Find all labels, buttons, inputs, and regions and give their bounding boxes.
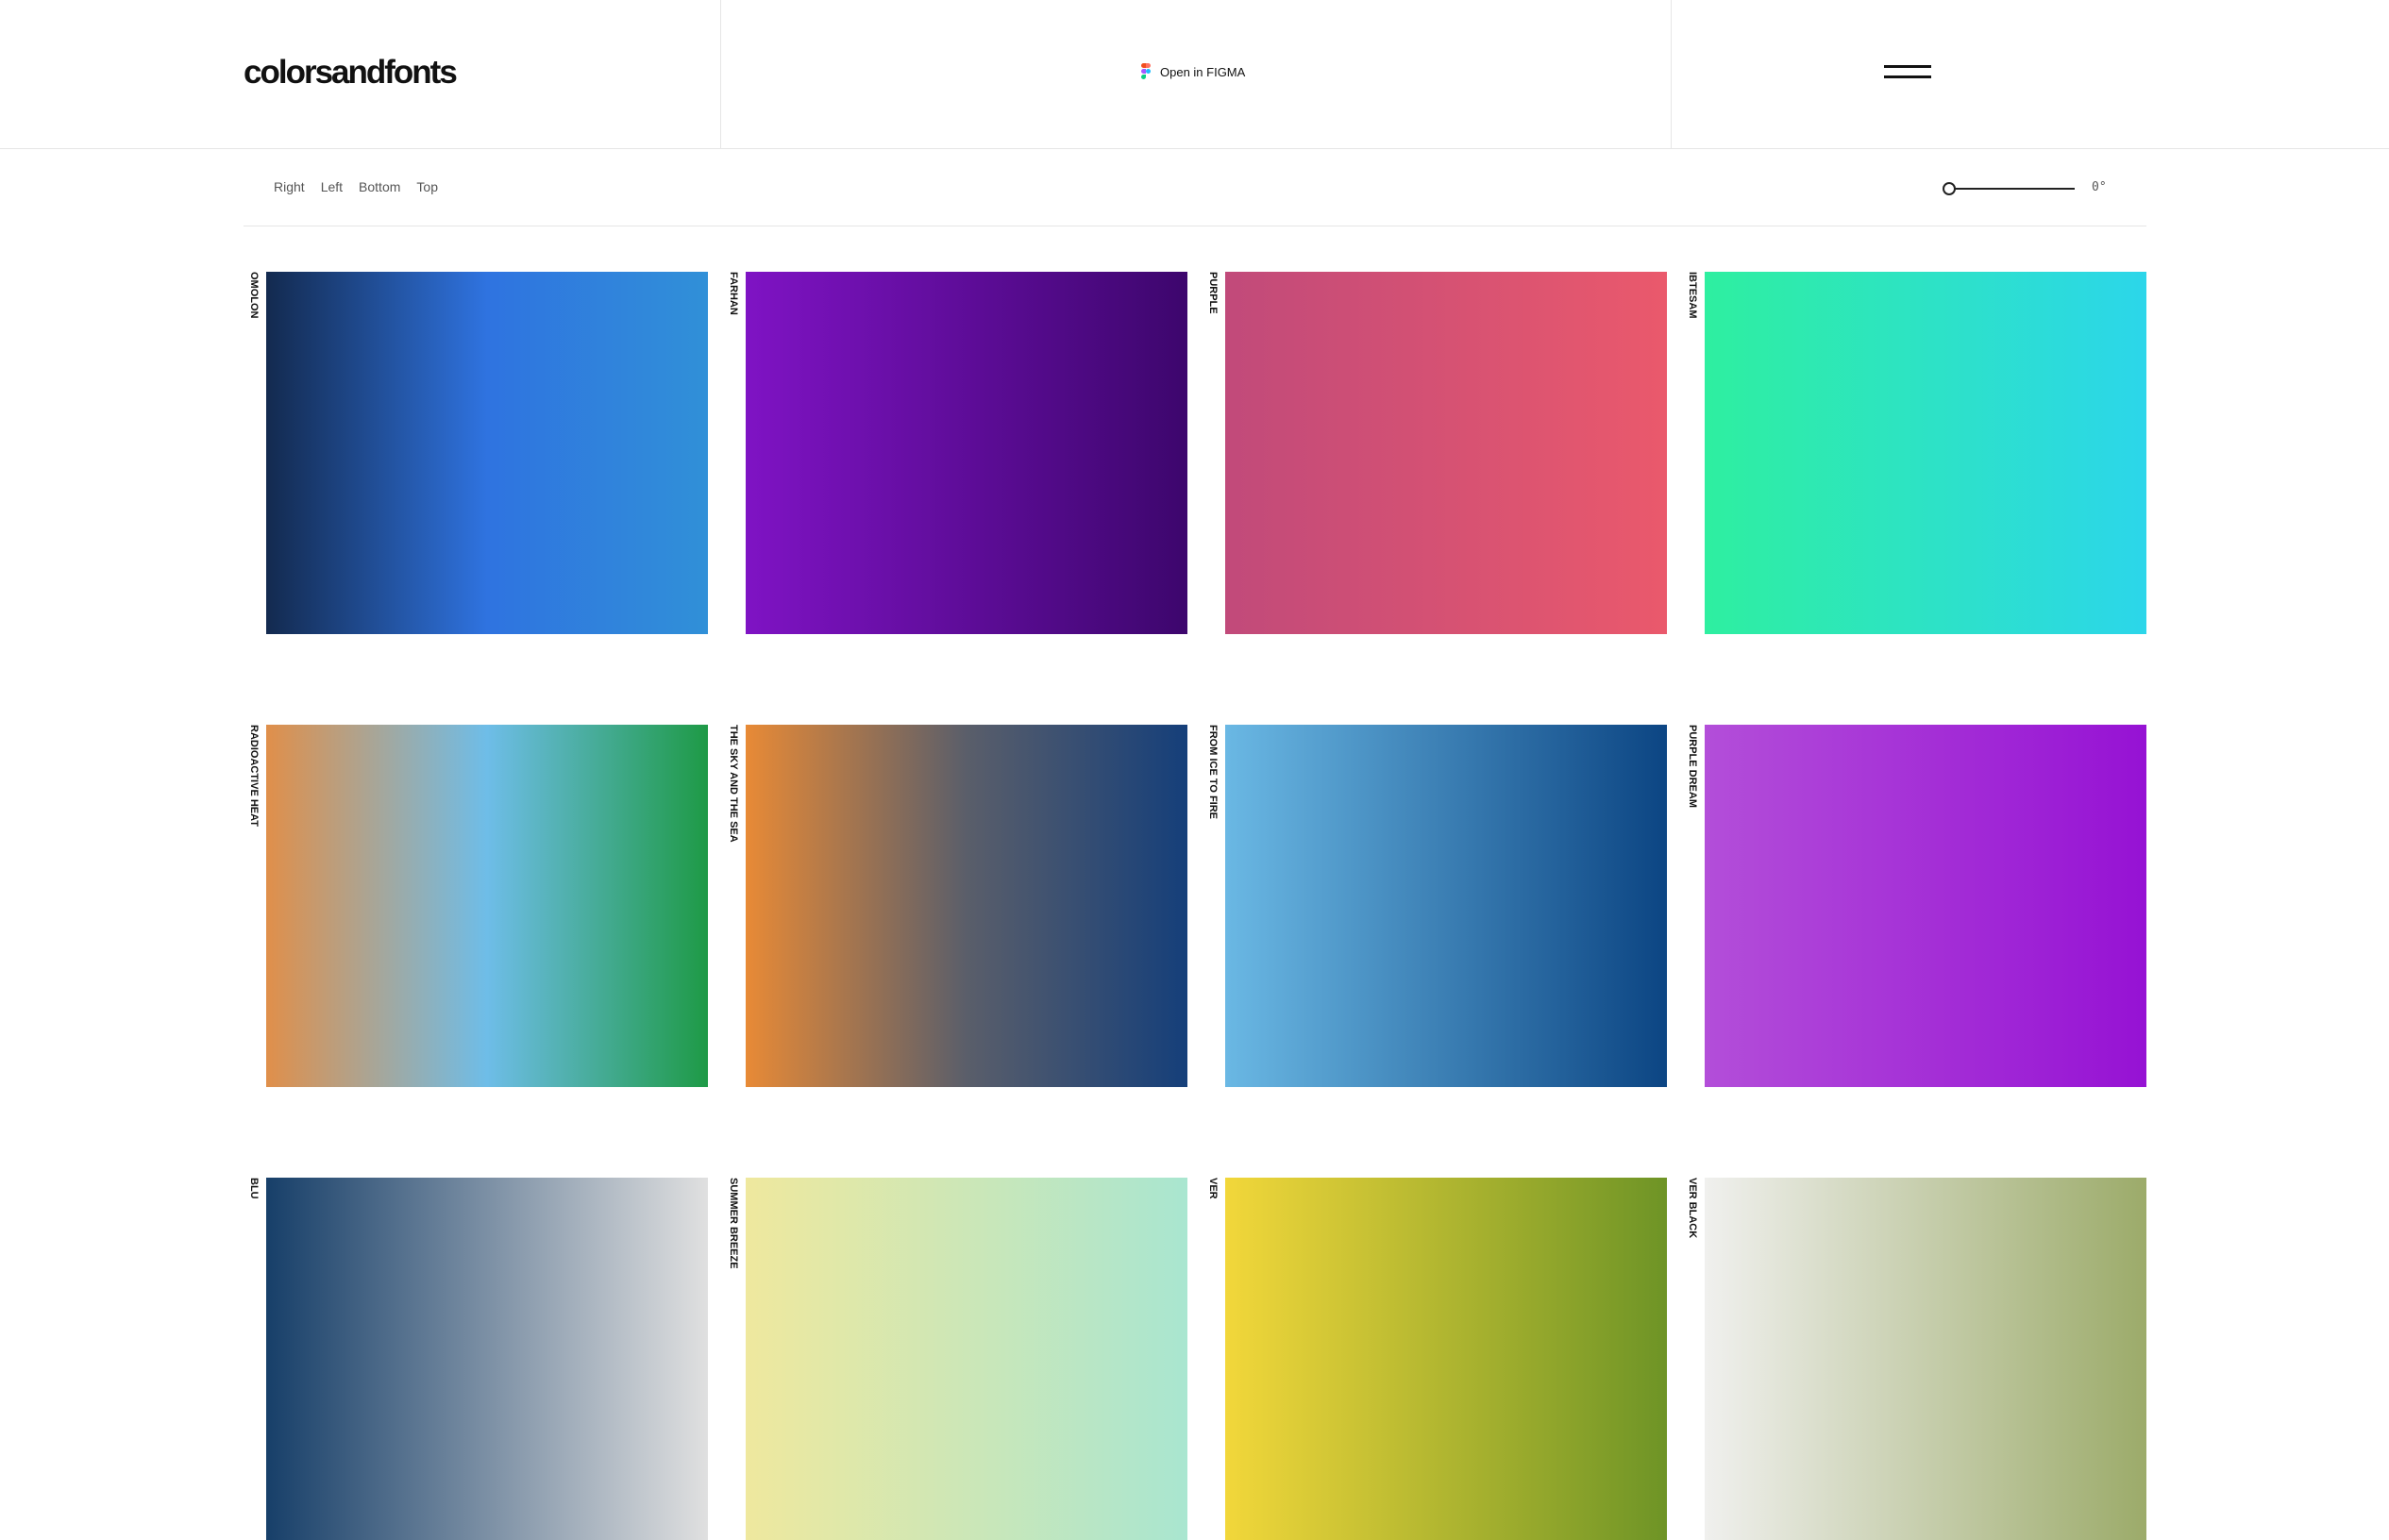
direction-buttons: Right Left Bottom Top [274, 179, 438, 194]
gradient-name: VER BLACK [1687, 1178, 1698, 1239]
angle-slider-track [1948, 188, 2075, 190]
angle-value: 0° [2092, 180, 2107, 194]
gradient-swatch[interactable] [746, 272, 1187, 634]
gradient-swatch[interactable] [1705, 725, 2146, 1087]
gradient-name: PURPLE [1207, 272, 1219, 314]
gradient-swatch[interactable] [746, 1178, 1187, 1540]
gradient-swatch[interactable] [746, 725, 1187, 1087]
direction-top-button[interactable]: Top [416, 179, 438, 194]
angle-slider[interactable] [1943, 182, 2075, 195]
gradient-name: FROM ICE TO FIRE [1207, 725, 1219, 820]
gradient-swatch[interactable] [1705, 272, 2146, 634]
gradient-name: SUMMER BREEZE [728, 1178, 739, 1269]
header-divider [720, 0, 721, 149]
header-divider [1671, 0, 1672, 149]
hamburger-menu-icon[interactable] [1884, 61, 1931, 84]
site-header: colorsandfonts Open in FIGMA [0, 0, 2389, 149]
figma-icon [1141, 63, 1152, 80]
open-in-figma-link[interactable]: Open in FIGMA [1141, 63, 1245, 80]
logo[interactable]: colorsandfonts [244, 54, 458, 92]
gradient-swatch[interactable] [1705, 1178, 2146, 1540]
gradient-swatch[interactable] [1225, 272, 1667, 634]
gradient-name: THE SKY AND THE SEA [728, 725, 739, 843]
gradient-name: OMOLON [248, 272, 260, 319]
gradient-toolbar: Right Left Bottom Top 0° [244, 149, 2146, 226]
gradient-name: RADIOACTIVE HEAT [248, 725, 260, 827]
direction-bottom-button[interactable]: Bottom [359, 179, 400, 194]
direction-left-button[interactable]: Left [321, 179, 343, 194]
gradient-swatch[interactable] [1225, 725, 1667, 1087]
gradient-name: IBTESAM [1687, 272, 1698, 319]
open-in-figma-label: Open in FIGMA [1160, 64, 1246, 79]
direction-right-button[interactable]: Right [274, 179, 305, 194]
gradient-name: FARHAN [728, 272, 739, 315]
gradient-name: PURPLE DREAM [1687, 725, 1698, 809]
gradient-name: VER [1207, 1178, 1219, 1199]
gradient-swatch[interactable] [266, 1178, 708, 1540]
gradient-swatch[interactable] [266, 272, 708, 634]
gradient-swatch[interactable] [1225, 1178, 1667, 1540]
gradient-name: BLU [248, 1178, 260, 1199]
gradient-swatch[interactable] [266, 725, 708, 1087]
angle-slider-handle[interactable] [1943, 182, 1956, 195]
